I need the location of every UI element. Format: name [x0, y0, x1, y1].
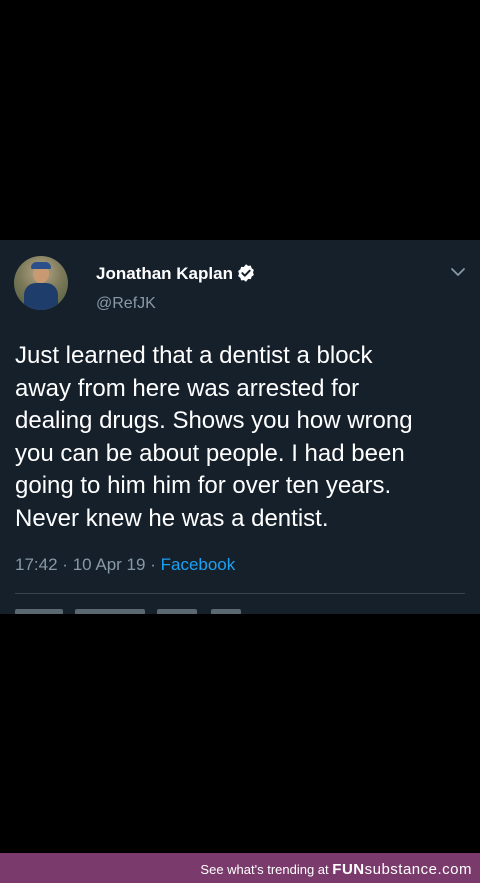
- meta-separator: ·: [150, 555, 156, 574]
- avatar-figure-cap: [31, 262, 51, 269]
- tweet-text-line: away from here was arrested for: [15, 374, 360, 402]
- tweet-text-line: Never knew he was a dentist.: [15, 504, 329, 532]
- meta-separator: ·: [62, 555, 68, 574]
- stats-fragment: [157, 609, 197, 614]
- tweet-text-line: going to him him for over ten years.: [15, 472, 392, 499]
- stats-fragment: [15, 609, 63, 614]
- stats-fragment: [211, 609, 241, 614]
- author-display-name[interactable]: Jonathan Kaplan: [96, 264, 233, 284]
- verified-badge-icon: [238, 264, 254, 282]
- tweet-text-line: dealing drugs. Shows you how wrong: [15, 407, 413, 434]
- tweet-text-line: you can be about people. I had been: [15, 439, 405, 467]
- tweet-text-line: Just learned that a dentist a block: [15, 342, 373, 369]
- stats-fragment: [75, 609, 145, 614]
- watermark-text: See what's trending at FUNsubstance.com: [200, 861, 472, 878]
- tweet-card[interactable]: Jonathan Kaplan @RefJK Just learned that…: [0, 240, 480, 614]
- tweet-date: 10 Apr 19: [72, 555, 146, 574]
- tweet-stats-cutoff: [15, 609, 245, 614]
- watermark-brand-fun: FUN: [332, 861, 365, 878]
- tweet-source-link[interactable]: Facebook: [161, 555, 236, 574]
- avatar-figure-body: [24, 283, 58, 310]
- watermark-footer: See what's trending at FUNsubstance.com: [0, 853, 480, 883]
- tweet-text: Just learned that a dentist a block away…: [15, 340, 475, 535]
- tweet-meta: 17:42 · 10 Apr 19 · Facebook: [15, 555, 235, 575]
- tweet-time: 17:42: [15, 555, 58, 574]
- divider: [15, 593, 465, 594]
- watermark-brand-substance: substance.com: [364, 861, 472, 878]
- avatar[interactable]: [14, 256, 68, 310]
- watermark-caption: See what's trending at: [200, 862, 329, 877]
- chevron-down-icon[interactable]: [450, 266, 466, 278]
- author-handle[interactable]: @RefJK: [96, 295, 156, 313]
